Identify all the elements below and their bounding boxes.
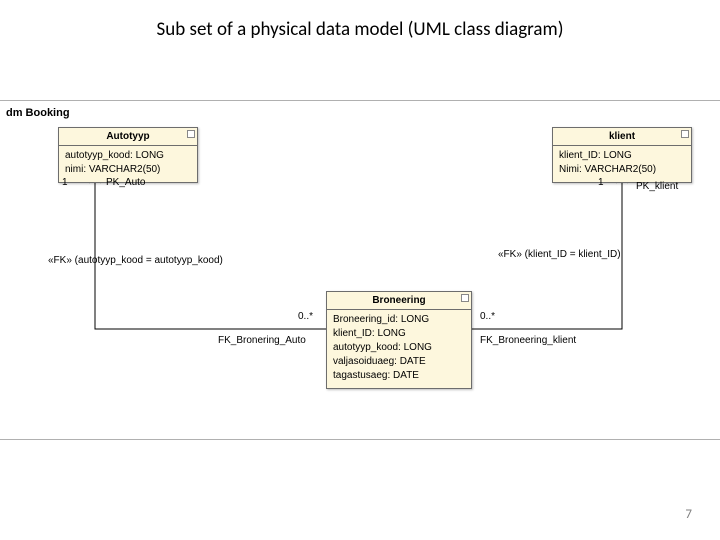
- attr: Broneering_id: LONG: [333, 313, 465, 327]
- class-body: klient_ID: LONG Nimi: VARCHAR2(50): [553, 146, 691, 182]
- fk-name-right: FK_Broneering_klient: [480, 335, 576, 346]
- class-name-text: Autotyyp: [106, 131, 149, 142]
- attr: nimi: VARCHAR2(50): [65, 163, 191, 177]
- mult-top-left: 1: [62, 177, 68, 188]
- diagram-canvas: dm Booking Autotyyp autotyyp_kood: LONG …: [0, 100, 720, 440]
- class-corner-icon: [187, 130, 195, 138]
- attr: autotyyp_kood: LONG: [65, 149, 191, 163]
- class-klient: klient klient_ID: LONG Nimi: VARCHAR2(50…: [552, 127, 692, 183]
- page-number: 7: [685, 507, 692, 522]
- attr: autotyyp_kood: LONG: [333, 341, 465, 355]
- package-label: dm Booking: [6, 107, 70, 119]
- fk-text-right: «FK» (klient_ID = klient_ID): [498, 249, 621, 260]
- mult-bottom-left: 0..*: [298, 311, 313, 322]
- class-corner-icon: [681, 130, 689, 138]
- slide-title: Sub set of a physical data model (UML cl…: [0, 18, 720, 41]
- pk-auto: PK_Auto: [106, 177, 145, 188]
- class-autotyyp: Autotyyp autotyyp_kood: LONG nimi: VARCH…: [58, 127, 198, 183]
- class-broneering: Broneering Broneering_id: LONG klient_ID…: [326, 291, 472, 389]
- attr: tagastusaeg: DATE: [333, 369, 465, 383]
- class-body: Broneering_id: LONG klient_ID: LONG auto…: [327, 310, 471, 388]
- class-name: Broneering: [327, 292, 471, 310]
- attr: Nimi: VARCHAR2(50): [559, 163, 685, 177]
- class-name: klient: [553, 128, 691, 146]
- attr: valjasoiduaeg: DATE: [333, 355, 465, 369]
- fk-name-left: FK_Bronering_Auto: [218, 335, 306, 346]
- pk-klient: PK_klient: [636, 181, 678, 192]
- class-name-text: klient: [609, 131, 635, 142]
- class-name: Autotyyp: [59, 128, 197, 146]
- fk-text-left: «FK» (autotyyp_kood = autotyyp_kood): [48, 255, 223, 266]
- attr: klient_ID: LONG: [333, 327, 465, 341]
- class-corner-icon: [461, 294, 469, 302]
- mult-bottom-right: 0..*: [480, 311, 495, 322]
- mult-top-right: 1: [598, 177, 604, 188]
- attr: klient_ID: LONG: [559, 149, 685, 163]
- class-name-text: Broneering: [372, 295, 425, 306]
